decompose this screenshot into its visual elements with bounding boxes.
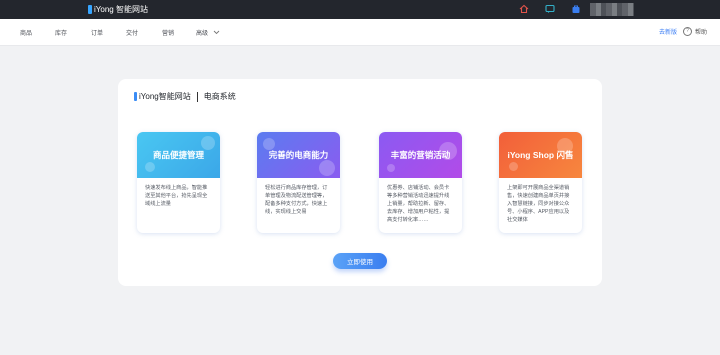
main-nav: 商品 库存 订单 交付 营销 高级 去新版 ? 帮助 <box>0 19 720 46</box>
logo-mark-icon <box>88 5 92 14</box>
intro-panel: iYong智能网站 电商系统 商品便捷管理 快速发布线上商品，智能推送至其他平台… <box>118 79 602 286</box>
nav-item-delivery[interactable]: 交付 <box>126 28 138 37</box>
card-banner: iYong Shop 闪售 <box>499 132 582 178</box>
card-desc: 优惠券、店铺活动、会员卡等多种营销活动迅速提升线上销量，帮助拉新、留存、去库存、… <box>387 185 450 223</box>
nav-item-products[interactable]: 商品 <box>20 28 32 37</box>
decor-bubble <box>263 138 275 150</box>
top-icon-group <box>518 3 582 15</box>
card-desc: 快速发布线上商品，智能推送至其他平台，抢先呈现全域线上流量 <box>145 185 208 207</box>
decor-bubble <box>387 164 395 172</box>
chevron-down-icon <box>213 30 220 35</box>
top-bar: iYong 智能网站 <box>0 0 720 19</box>
card-desc: 轻松进行商品库存管理，订单管理及物流配送管理等，配备多种支付方式，快速上线，实现… <box>265 185 328 215</box>
home-icon[interactable] <box>518 3 530 15</box>
upgrade-link[interactable]: 去新版 <box>659 27 677 36</box>
brand-name: iYong 智能网站 <box>94 5 148 14</box>
panel-system-title: 电商系统 <box>203 92 236 101</box>
nav-item-advanced-label: 高级 <box>196 31 209 37</box>
decor-bubble <box>201 136 215 150</box>
help-icon: ? <box>683 27 692 36</box>
card-title: 商品便捷管理 <box>152 150 204 160</box>
brand-logo[interactable]: iYong 智能网站 <box>88 3 148 16</box>
card-banner: 完善的电商能力 <box>257 132 340 178</box>
user-avatar[interactable] <box>590 3 634 16</box>
feature-card-flash-sale: iYong Shop 闪售 上架即可开展商品全渠道销售，快速创建商品单页并接入智… <box>499 132 582 233</box>
card-banner: 丰富的营销活动 <box>379 132 462 178</box>
decor-bubble <box>439 142 457 160</box>
card-desc: 上架即可开展商品全渠道销售，快速创建商品单页并接入智慧链接，同步对接公众号、小程… <box>507 185 570 223</box>
feature-card-products: 商品便捷管理 快速发布线上商品，智能推送至其他平台，抢先呈现全域线上流量 <box>137 132 220 233</box>
panel-header: iYong智能网站 电商系统 <box>134 91 236 102</box>
nav-item-orders[interactable]: 订单 <box>91 28 103 37</box>
card-title: 完善的电商能力 <box>268 150 329 160</box>
panel-brand: iYong智能网站 <box>139 92 191 101</box>
help-link[interactable]: ? 帮助 <box>683 27 707 36</box>
header-divider <box>196 91 198 102</box>
feature-card-ecommerce: 完善的电商能力 轻松进行商品库存管理，订单管理及物流配送管理等，配备多种支付方式… <box>257 132 340 233</box>
help-label: 帮助 <box>695 30 708 36</box>
feature-card-marketing: 丰富的营销活动 优惠券、店铺活动、会员卡等多种营销活动迅速提升线上销量，帮助拉新… <box>379 132 462 233</box>
use-now-button[interactable]: 立即使用 <box>333 253 387 269</box>
nav-item-inventory[interactable]: 库存 <box>55 28 67 37</box>
nav-item-marketing[interactable]: 营销 <box>162 28 174 37</box>
card-banner: 商品便捷管理 <box>137 132 220 178</box>
decor-bubble <box>557 138 573 154</box>
nav-item-advanced[interactable]: 高级 <box>196 28 220 37</box>
decor-bubble <box>145 162 155 172</box>
bag-icon[interactable] <box>570 3 582 15</box>
decor-bubble <box>509 162 518 171</box>
panel-logo-icon <box>134 92 137 101</box>
message-icon[interactable] <box>544 3 556 15</box>
decor-bubble <box>319 160 335 176</box>
